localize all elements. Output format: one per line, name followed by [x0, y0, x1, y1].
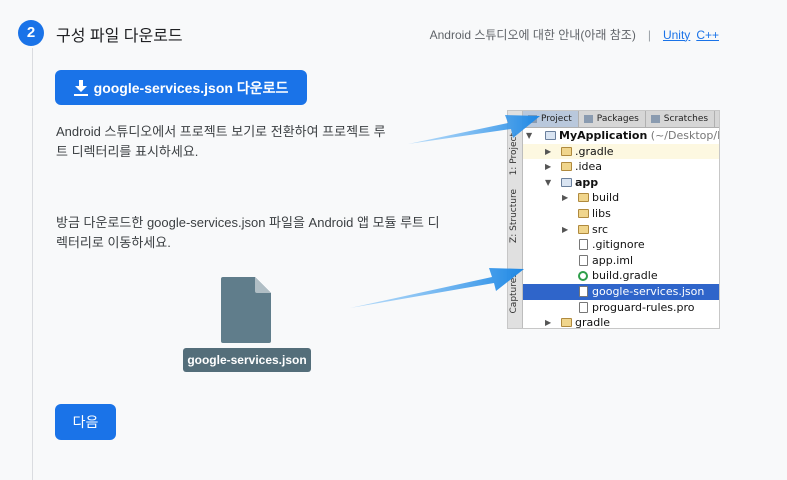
instruction-move-file: 방금 다운로드한 google-services.json 파일을 Androi… [56, 215, 440, 250]
folder-icon [561, 146, 572, 156]
root-project-path: (~/Desktop/My [650, 129, 719, 142]
tab-packages[interactable]: Packages [579, 111, 646, 127]
tree-label: build.gradle [592, 269, 658, 283]
tree-label: app [575, 175, 599, 189]
tab-project[interactable]: Project [523, 111, 579, 127]
expanded-arrow-icon: ▼ [545, 177, 552, 187]
unity-link[interactable]: Unity [663, 28, 690, 42]
tree-row-app[interactable]: ▼ app [523, 175, 719, 191]
json-file-icon [579, 285, 588, 297]
project-tree: ▼ MyApplication (~/Desktop/My ▶ .gradle … [523, 128, 719, 328]
tree-label: build [592, 191, 620, 205]
android-studio-project-panel: 1: Project Z: Structure Captures Project… [507, 110, 720, 329]
root-project-name: MyApplication [559, 129, 648, 142]
tool-window-strip: 1: Project Z: Structure Captures [508, 111, 523, 328]
project-view-tabs: Project Packages Scratches [523, 111, 719, 128]
tree-label: app.iml [592, 253, 634, 267]
folder-icon [561, 318, 572, 328]
scratches-tab-icon [650, 115, 660, 123]
folder-icon [561, 162, 572, 172]
arrow-to-file-row [350, 268, 524, 308]
tree-label: google-services.json [592, 284, 705, 298]
step-title: 구성 파일 다운로드 [56, 28, 183, 45]
next-button[interactable]: 다음 [55, 404, 116, 440]
tree-label: .idea [575, 160, 603, 174]
folder-icon [578, 224, 589, 234]
text-file-icon [579, 301, 588, 313]
download-icon [73, 79, 88, 96]
tree-row-proguard[interactable]: proguard-rules.pro [523, 300, 719, 316]
project-tab-icon [528, 115, 537, 123]
tab-project-label: Project [541, 114, 572, 124]
tree-label: .gitignore [592, 238, 645, 252]
file-name-label: google-services.json [183, 348, 311, 372]
tree-row-google-services[interactable]: google-services.json [523, 283, 719, 300]
file-icon[interactable] [221, 277, 271, 343]
cpp-link[interactable]: C++ [696, 28, 719, 42]
tree-row-gitignore[interactable]: .gitignore [523, 237, 719, 253]
tab-packages-label: Packages [596, 114, 639, 124]
side-label-project: 1: Project [509, 133, 519, 176]
tab-scratches[interactable]: Scratches [646, 111, 716, 127]
tree-row-build[interactable]: ▶ build [523, 190, 719, 206]
tree-row-gradle-dir[interactable]: ▶ .gradle [523, 143, 719, 160]
packages-tab-icon [583, 115, 593, 123]
collapsed-arrow-icon: ▶ [545, 318, 552, 328]
collapsed-arrow-icon: ▶ [545, 162, 552, 172]
tree-row-root[interactable]: ▼ MyApplication (~/Desktop/My [523, 128, 719, 144]
module-folder-icon [545, 131, 556, 140]
download-config-button[interactable]: google-services.json 다운로드 [55, 70, 307, 105]
tree-row-build-gradle[interactable]: build.gradle [523, 268, 719, 284]
help-text: Android 스튜디오에 대한 안내(아래 참조) [429, 28, 636, 42]
tree-label: proguard-rules.pro [592, 300, 695, 314]
tree-label: src [592, 222, 609, 236]
collapsed-arrow-icon: ▶ [562, 193, 569, 203]
expanded-arrow-icon: ▼ [526, 131, 533, 140]
folder-icon [578, 193, 589, 203]
tree-label: libs [592, 206, 611, 220]
help-links: Android 스튜디오에 대한 안내(아래 참조) | Unity C++ [430, 26, 719, 43]
collapsed-arrow-icon: ▶ [545, 146, 552, 156]
module-folder-icon [561, 177, 572, 187]
folder-icon [578, 208, 589, 218]
tab-scratches-label: Scratches [663, 114, 709, 124]
tree-row-idea[interactable]: ▶ .idea [523, 159, 719, 175]
iml-file-icon [579, 254, 588, 266]
tree-row-src[interactable]: ▶ src [523, 222, 719, 238]
side-label-structure: Z: Structure [509, 189, 519, 243]
tree-row-app-iml[interactable]: app.iml [523, 253, 719, 269]
tree-label: gradle [575, 316, 611, 329]
instruction-switch-view: Android 스튜디오에서 프로젝트 보기로 전환하여 프로젝트 루트 디렉터… [56, 124, 386, 159]
collapsed-arrow-icon: ▶ [562, 224, 569, 234]
step-number-badge: 2 [18, 20, 44, 46]
tree-row-gradle[interactable]: ▶ gradle [523, 315, 719, 329]
gradle-file-icon [578, 271, 588, 282]
step-rail [32, 48, 33, 480]
tree-row-libs[interactable]: libs [523, 206, 719, 222]
download-button-label: google-services.json 다운로드 [93, 79, 289, 96]
tree-label: .gradle [575, 144, 614, 158]
help-separator: | [647, 27, 651, 42]
side-label-captures: Captures [509, 273, 519, 314]
text-file-icon [579, 239, 588, 251]
